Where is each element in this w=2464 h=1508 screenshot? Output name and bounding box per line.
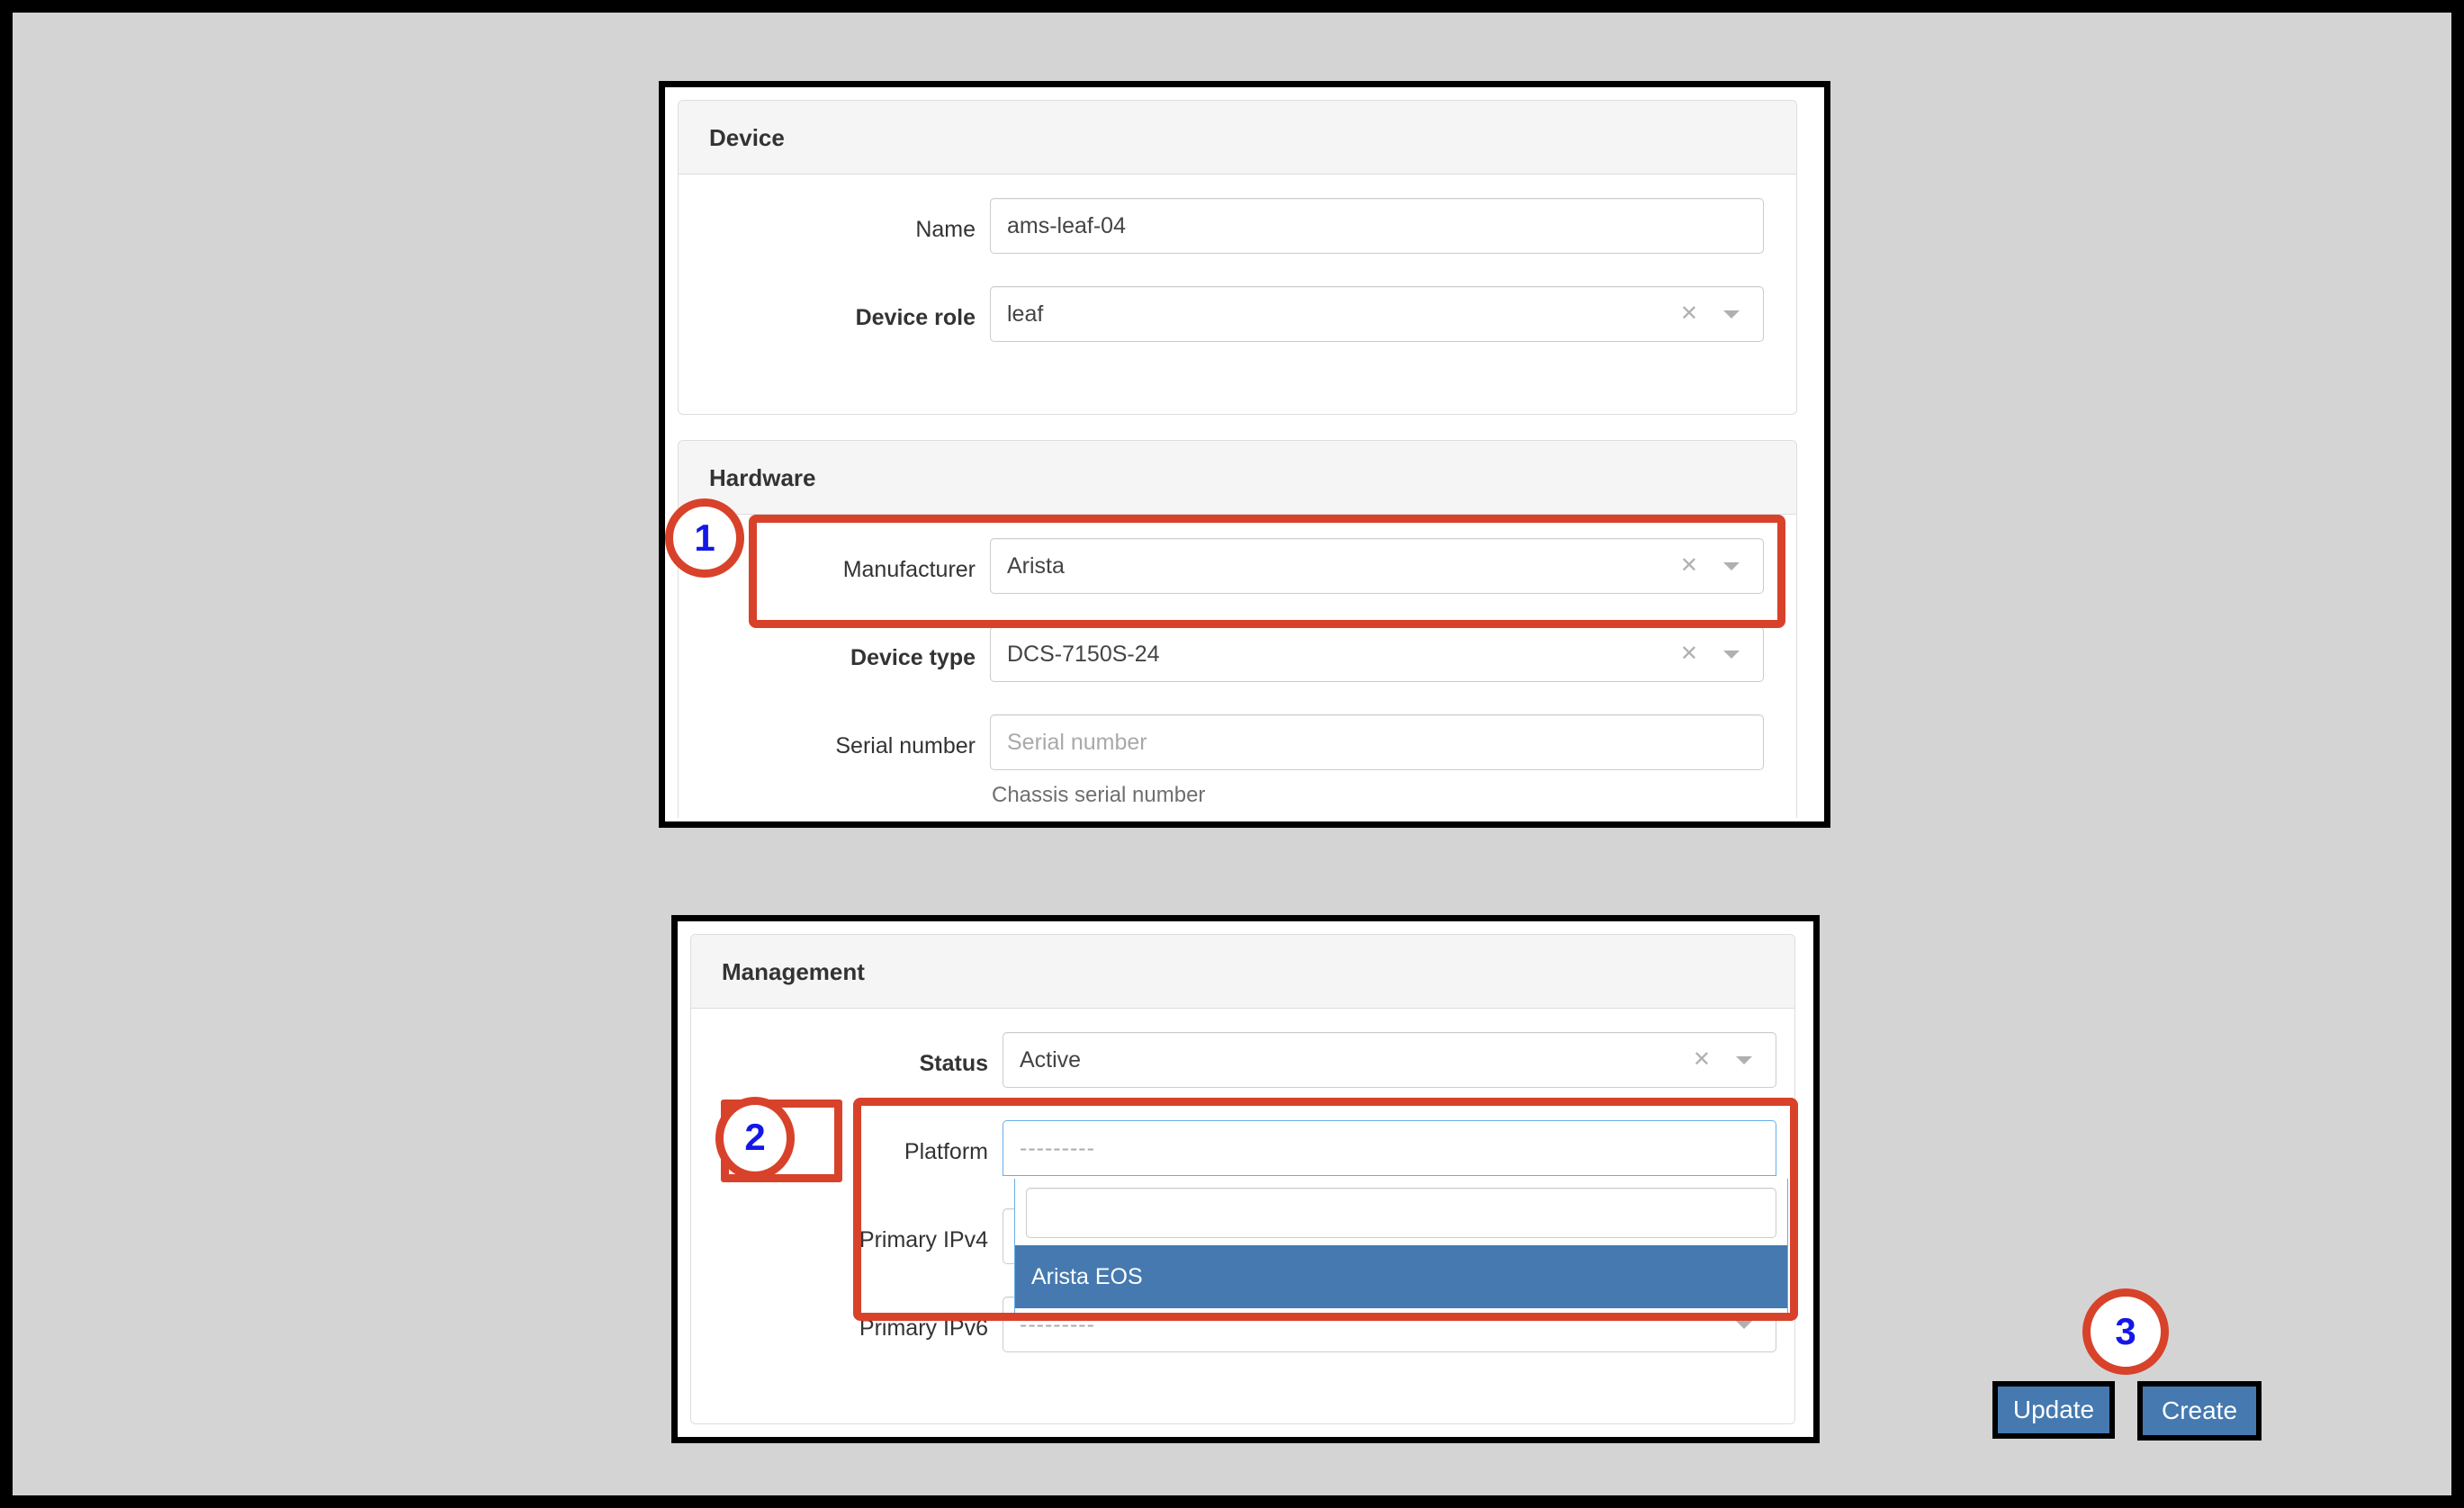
device-panel-title: Device (679, 101, 1796, 175)
device-panel: Device Name ams-leaf-04 Device role leaf… (678, 100, 1797, 415)
manufacturer-select[interactable]: Arista ✕ (990, 538, 1764, 594)
clear-x-icon[interactable]: ✕ (1680, 627, 1698, 681)
chevron-down-icon[interactable] (1723, 562, 1740, 570)
device-form-screenshot: Device Name ams-leaf-04 Device role leaf… (659, 81, 1830, 828)
platform-select[interactable]: --------- (1003, 1120, 1776, 1176)
field-row-manufacturer: Manufacturer Arista ✕ (679, 538, 1796, 626)
status-value: Active (1020, 1033, 1081, 1087)
chevron-down-icon[interactable] (1736, 1056, 1752, 1064)
primary-ipv6-label: Primary IPv6 (691, 1315, 988, 1342)
field-row-name: Name ams-leaf-04 (679, 198, 1796, 286)
platform-option-arista-eos[interactable]: Arista EOS (1015, 1245, 1787, 1308)
chevron-down-icon[interactable] (1723, 651, 1740, 659)
manufacturer-value: Arista (1007, 539, 1065, 593)
status-label: Status (691, 1050, 988, 1077)
device-type-value: DCS-7150S-24 (1007, 627, 1160, 681)
field-row-device-role: Device role leaf ✕ (679, 286, 1796, 374)
name-input[interactable]: ams-leaf-04 (990, 198, 1764, 254)
device-role-select[interactable]: leaf ✕ (990, 286, 1764, 342)
primary-ipv4-label: Primary IPv4 (691, 1226, 988, 1253)
platform-value: --------- (1020, 1121, 1095, 1175)
serial-number-placeholder: Serial number (1007, 715, 1147, 769)
platform-dropdown-panel: Arista EOS (1014, 1179, 1788, 1319)
annotation-marker-1-label: 1 (694, 516, 715, 559)
management-panel-title: Management (691, 935, 1794, 1009)
annotation-marker-2: 2 (715, 1097, 795, 1180)
device-role-value: leaf (1007, 287, 1043, 341)
serial-number-input[interactable]: Serial number (990, 714, 1764, 770)
platform-dropdown-search-wrap (1015, 1179, 1787, 1245)
hardware-panel-title: Hardware (679, 441, 1796, 515)
hardware-panel: Hardware Manufacturer Arista ✕ Device ty… (678, 440, 1797, 818)
clear-x-icon[interactable]: ✕ (1680, 287, 1698, 341)
create-button-label: Create (2162, 1396, 2237, 1424)
annotation-marker-3: 3 (2082, 1288, 2169, 1375)
serial-number-help-text: Chassis serial number (992, 783, 1205, 808)
update-button-label: Update (2013, 1396, 2094, 1423)
name-input-value: ams-leaf-04 (1007, 199, 1126, 253)
chevron-down-icon[interactable] (1736, 1321, 1752, 1329)
device-type-select[interactable]: DCS-7150S-24 ✕ (990, 626, 1764, 682)
device-panel-body: Name ams-leaf-04 Device role leaf ✕ (679, 175, 1796, 394)
platform-option-label: Arista EOS (1031, 1264, 1143, 1289)
update-button[interactable]: Update (1992, 1381, 2115, 1439)
name-label: Name (679, 216, 976, 243)
field-row-serial-number: Serial number Serial number Chassis seri… (679, 714, 1796, 822)
hardware-panel-body: Manufacturer Arista ✕ Device type DCS-71… (679, 515, 1796, 828)
status-select[interactable]: Active ✕ (1003, 1032, 1776, 1088)
annotation-marker-3-label: 3 (2115, 1310, 2136, 1352)
clear-x-icon[interactable]: ✕ (1680, 539, 1698, 593)
serial-number-label: Serial number (679, 732, 976, 759)
clear-x-icon[interactable]: ✕ (1693, 1033, 1711, 1087)
annotation-marker-1: 1 (665, 498, 744, 578)
field-row-device-type: Device type DCS-7150S-24 ✕ (679, 626, 1796, 714)
annotation-marker-2-label: 2 (744, 1116, 765, 1158)
platform-search-input[interactable] (1026, 1188, 1776, 1238)
field-row-status: Status Active ✕ (691, 1032, 1794, 1120)
device-role-label: Device role (679, 304, 976, 331)
management-form-screenshot: Management Status Active ✕ Platform ----… (671, 915, 1820, 1443)
create-button[interactable]: Create (2137, 1381, 2262, 1441)
device-type-label: Device type (679, 644, 976, 671)
chevron-down-icon[interactable] (1723, 310, 1740, 319)
screenshot-canvas: Device Name ams-leaf-04 Device role leaf… (0, 0, 2464, 1508)
